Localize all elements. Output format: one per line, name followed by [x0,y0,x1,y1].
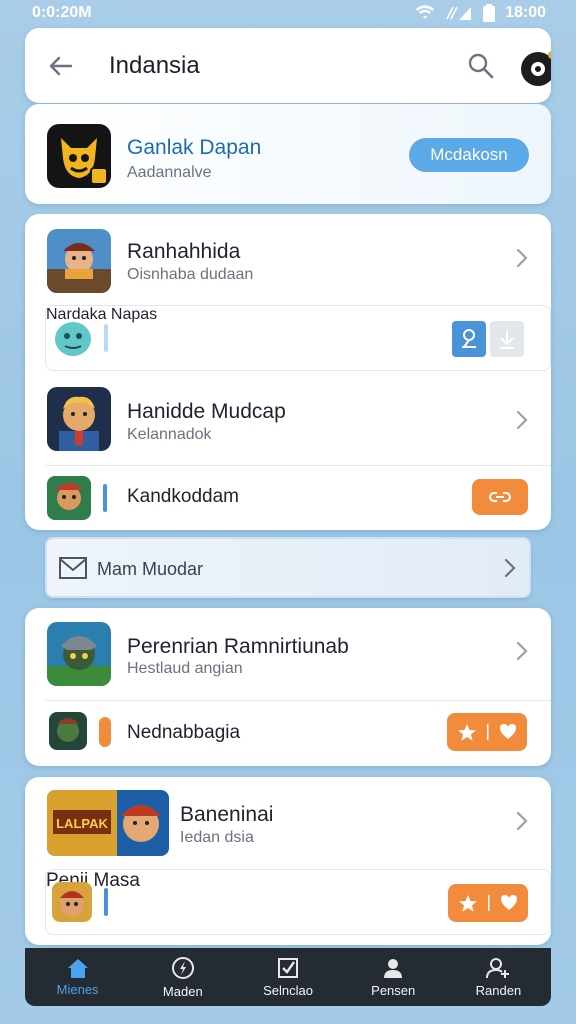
app-icon [49,712,87,750]
app-icon [47,622,111,686]
list-item-title: Perenrian Ramnirtiunab [127,635,349,658]
app-icon [47,229,111,293]
arrow-left-icon[interactable] [45,50,77,82]
chevron-right-icon [516,248,528,268]
list-item-subtitle: Kelannadok [127,426,212,443]
user-icon [462,329,476,348]
app-list-group-1: Ranhahhida Oisnhaba dudaan Nardaka Napas [25,214,551,530]
nav-item-profile[interactable]: Pensen [341,948,446,1006]
list-item-title: Ranhahhida [127,240,241,263]
nav-item-friends[interactable]: Randen [446,948,551,1006]
list-item[interactable]: Penii Masa [45,869,551,935]
user-add-icon [486,958,510,979]
checkbox-icon [278,958,298,978]
chevron-right-icon [516,410,528,430]
list-item-title: Baneninai [180,803,274,826]
app-header: Indansia [25,28,551,103]
battery-icon [483,4,496,22]
app-list-group-2: Perenrian Ramnirtiunab Hestlaud angian N… [25,608,551,766]
indicator-bar [104,324,108,352]
signal-icon [446,6,472,20]
link-action-button[interactable] [472,479,528,515]
status-bar: 0:0:20M 18:00 [0,0,576,26]
bottom-nav: Mienes Maden Selnclao Pensen Randen [25,948,551,1006]
list-item[interactable]: LALPAK Baneninai Iedan dsia [25,777,551,869]
featured-app-icon [47,124,111,188]
wifi-icon [416,5,435,20]
list-item-title: Hanidde Mudcap [127,400,286,423]
status-icons: 18:00 [415,4,546,22]
nav-item-tasks[interactable]: Selnclao [235,948,340,1006]
rate-action-button[interactable] [447,713,527,751]
chevron-right-icon [516,811,528,831]
indicator-bar [103,484,107,512]
app-banner-image: LALPAK [47,790,169,856]
app-icon [52,882,92,922]
list-item-title: Kandkoddam [127,486,239,507]
nav-item-home[interactable]: Mienes [25,948,130,1006]
nav-label: Pensen [371,983,416,998]
featured-app-card[interactable]: Ganlak Dapan Aadannalve Mcdakosn [25,104,551,204]
compass-icon [171,957,194,979]
star-heart-icon [458,724,516,741]
avatar-icon[interactable] [519,48,551,88]
featured-app-name: Ganlak Dapan [127,136,262,159]
featured-action-button[interactable]: Mcdakosn [409,138,529,172]
list-item-subtitle: Iedan dsia [180,829,254,846]
status-clock: 18:00 [505,4,546,21]
chevron-right-icon [516,641,528,661]
download-button[interactable] [490,321,524,357]
nav-item-explore[interactable]: Maden [130,948,235,1006]
list-item[interactable]: Kandkoddam [25,466,551,530]
list-item-title: Nednabbagia [127,722,241,743]
user-action-button[interactable] [452,321,486,357]
app-list-group-3: LALPAK Baneninai Iedan dsia Penii Masa [25,777,551,945]
person-icon [384,959,403,978]
download-icon [500,331,514,349]
star-heart-icon [459,895,517,912]
page-title: Indansia [109,52,200,79]
list-item-subtitle: Oisnhaba dudaan [127,266,254,283]
chevron-right-icon [504,558,516,578]
list-item[interactable]: Ranhahhida Oisnhaba dudaan [25,214,551,304]
featured-app-subtitle: Aadannalve [127,164,212,181]
nav-label: Maden [162,984,203,999]
status-time: 0:0:20M [32,4,92,21]
list-item[interactable]: Hanidde Mudcap Kelannadok [25,374,551,466]
svg-text:LALPAK: LALPAK [56,816,108,831]
list-item[interactable]: Nardaka Napas [45,305,551,371]
link-icon [489,492,511,502]
indicator-bar [104,888,108,916]
list-item-subtitle: Hestlaud angian [127,660,243,677]
mail-bar[interactable]: Mam Muodar [45,537,531,598]
nav-label: Randen [475,983,522,998]
mail-bar-label: Mam Muodar [97,559,204,579]
list-item[interactable]: Perenrian Ramnirtiunab Hestlaud angian [25,608,551,700]
indicator-bar [99,717,111,747]
search-icon[interactable] [465,50,497,82]
app-icon [55,322,91,356]
mail-icon [59,557,87,579]
rate-action-button[interactable] [448,884,528,922]
home-icon [67,959,88,978]
nav-label: Mienes [56,982,99,997]
nav-label: Selnclao [263,983,313,998]
app-icon [47,387,111,451]
list-item[interactable]: Nednabbagia [25,701,551,766]
app-icon [47,476,91,520]
